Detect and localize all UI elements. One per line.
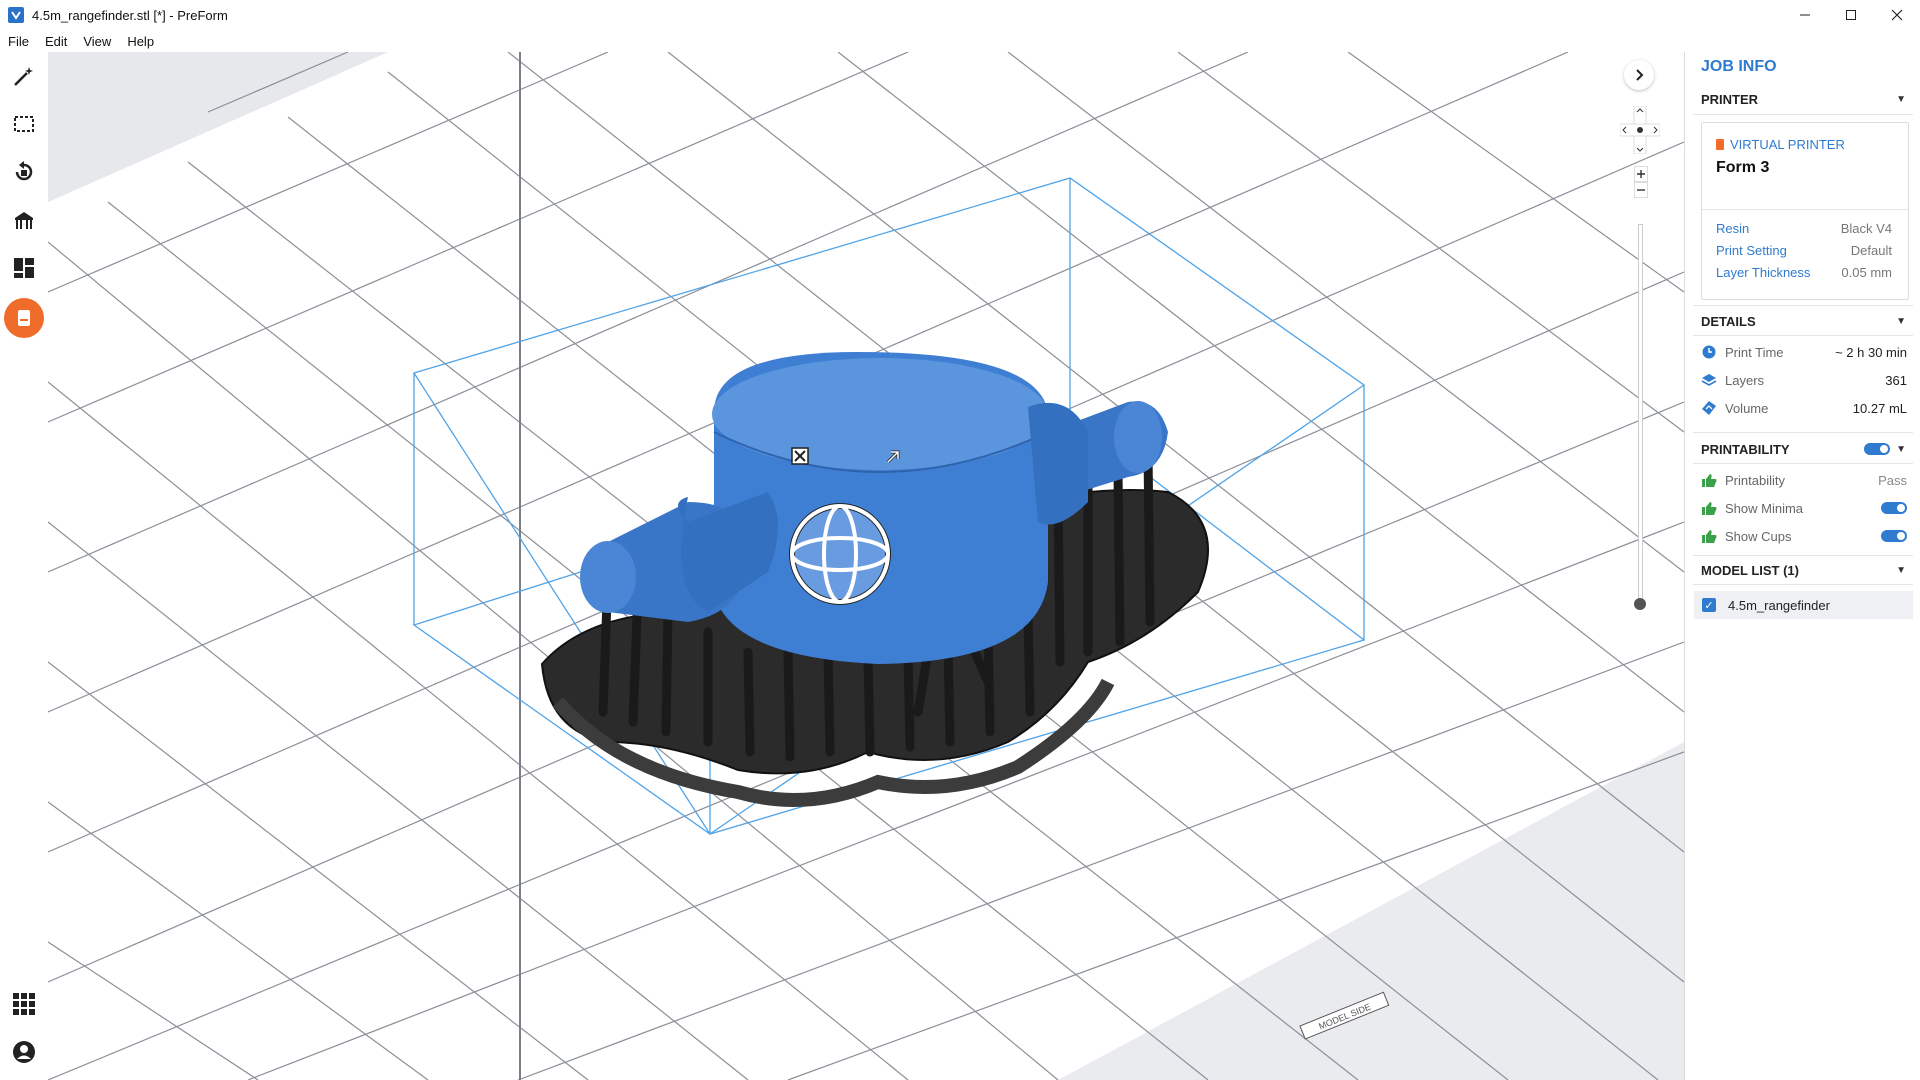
caret-down-icon[interactable]: ▼ <box>1896 94 1906 105</box>
chevron-right-icon <box>1636 69 1644 81</box>
print-time-row: Print Time ~ 2 h 30 min <box>1701 341 1907 363</box>
print-time-value: ~ 2 h 30 min <box>1835 344 1907 360</box>
layout-icon[interactable] <box>8 252 40 284</box>
resin-label[interactable]: Resin <box>1716 221 1749 236</box>
menu-edit[interactable]: Edit <box>37 34 75 49</box>
expand-panel-button[interactable] <box>1624 60 1654 90</box>
print-setting-label[interactable]: Print Setting <box>1716 243 1787 258</box>
menu-file[interactable]: File <box>0 34 37 49</box>
menu-help[interactable]: Help <box>119 34 162 49</box>
minimize-icon[interactable] <box>1782 0 1828 30</box>
left-toolbar <box>0 52 49 1080</box>
layers-icon <box>1701 372 1717 388</box>
orientation-icon[interactable] <box>8 156 40 188</box>
resin-value: Black V4 <box>1840 221 1892 236</box>
layers-row: Layers 361 <box>1701 369 1907 391</box>
model-list-heading: MODEL LIST (1) <box>1701 562 1799 578</box>
panel-title: JOB INFO <box>1701 58 1777 75</box>
menu-bar: File Edit View Help <box>0 30 1920 52</box>
show-cups-toggle[interactable] <box>1881 530 1907 542</box>
model-list-section-header[interactable]: MODEL LIST (1) ▼ <box>1701 560 1906 580</box>
printer-section-header[interactable]: PRINTER ▼ <box>1701 89 1906 109</box>
scale-handle <box>791 447 809 465</box>
thumbs-up-icon <box>1701 472 1717 488</box>
build-plate-scene[interactable]: MODEL SIDE <box>48 52 1684 1080</box>
job-info-panel: JOB INFO PRINTER ▼ VIRTUAL PRINTER Form … <box>1684 52 1920 1080</box>
printability-row: Printability Pass <box>1701 469 1907 491</box>
layer-slider-handle[interactable] <box>1634 598 1646 610</box>
volume-icon <box>1701 400 1717 416</box>
zoom-out-button[interactable] <box>1634 182 1648 198</box>
caret-down-icon[interactable]: ▼ <box>1896 316 1906 327</box>
pan-control[interactable] <box>1619 105 1661 155</box>
apps-grid-icon[interactable] <box>8 988 40 1020</box>
caret-down-icon[interactable]: ▼ <box>1896 565 1906 576</box>
layers-label: Layers <box>1725 372 1765 388</box>
printability-value: Pass <box>1878 472 1907 488</box>
clock-icon <box>1701 344 1717 360</box>
layer-thickness-row[interactable]: Layer Thickness 0.05 mm <box>1716 265 1892 280</box>
details-heading: DETAILS <box>1701 313 1756 329</box>
details-section-header[interactable]: DETAILS ▼ <box>1701 311 1906 331</box>
title-bar: 4.5m_rangefinder.stl [*] - PreForm <box>0 0 1920 30</box>
model-list-item[interactable]: ✓ 4.5m_rangefinder <box>1694 591 1913 619</box>
plus-icon <box>1637 170 1645 178</box>
printer-card[interactable]: VIRTUAL PRINTER Form 3 Resin Black V4 Pr… <box>1701 122 1909 300</box>
resin-row[interactable]: Resin Black V4 <box>1716 221 1892 236</box>
print-setting-value: Default <box>1850 243 1892 258</box>
printer-icon <box>1716 139 1724 150</box>
model-name[interactable]: 4.5m_rangefinder <box>1728 598 1830 613</box>
preform-app-icon <box>8 7 24 23</box>
layer-thickness-label[interactable]: Layer Thickness <box>1716 265 1810 280</box>
show-minima-label: Show Minima <box>1725 500 1804 516</box>
show-cups-label: Show Cups <box>1725 528 1792 544</box>
printer-icon[interactable] <box>4 298 44 338</box>
volume-value: 10.27 mL <box>1852 400 1907 416</box>
volume-label: Volume <box>1725 400 1769 416</box>
layer-slider-track[interactable] <box>1638 224 1643 606</box>
print-time-label: Print Time <box>1725 344 1784 360</box>
show-minima-row: Show Minima <box>1701 497 1907 519</box>
select-box-icon[interactable] <box>8 108 40 140</box>
menu-view[interactable]: View <box>75 34 119 49</box>
printability-section-header[interactable]: PRINTABILITY ▼ <box>1701 439 1906 459</box>
show-minima-toggle[interactable] <box>1881 502 1907 514</box>
supports-icon[interactable] <box>8 204 40 236</box>
printer-heading: PRINTER <box>1701 91 1759 107</box>
printer-model: Form 3 <box>1716 159 1770 176</box>
printability-heading: PRINTABILITY <box>1701 441 1790 457</box>
thumbs-up-icon <box>1701 500 1717 516</box>
printability-label: Printability <box>1725 472 1785 488</box>
layers-value: 361 <box>1885 372 1907 388</box>
model-checkbox[interactable]: ✓ <box>1702 598 1716 612</box>
account-icon[interactable] <box>8 1036 40 1068</box>
thumbs-up-icon <box>1701 528 1717 544</box>
volume-row: Volume 10.27 mL <box>1701 397 1907 419</box>
print-setting-row[interactable]: Print Setting Default <box>1716 243 1892 258</box>
caret-down-icon[interactable]: ▼ <box>1896 444 1906 455</box>
magic-wand-icon[interactable] <box>8 60 40 92</box>
show-cups-row: Show Cups <box>1701 525 1907 547</box>
maximize-icon[interactable] <box>1828 0 1874 30</box>
close-icon[interactable] <box>1874 0 1920 30</box>
layer-thickness-value: 0.05 mm <box>1841 265 1892 280</box>
zoom-in-button[interactable] <box>1634 166 1648 182</box>
printability-toggle[interactable] <box>1864 443 1891 455</box>
minus-icon <box>1637 189 1645 191</box>
printer-type: VIRTUAL PRINTER <box>1730 137 1845 152</box>
window-title: 4.5m_rangefinder.stl [*] - PreForm <box>32 7 228 23</box>
3d-viewport[interactable]: MODEL SIDE <box>48 52 1684 1080</box>
rotation-gizmo <box>789 503 891 605</box>
